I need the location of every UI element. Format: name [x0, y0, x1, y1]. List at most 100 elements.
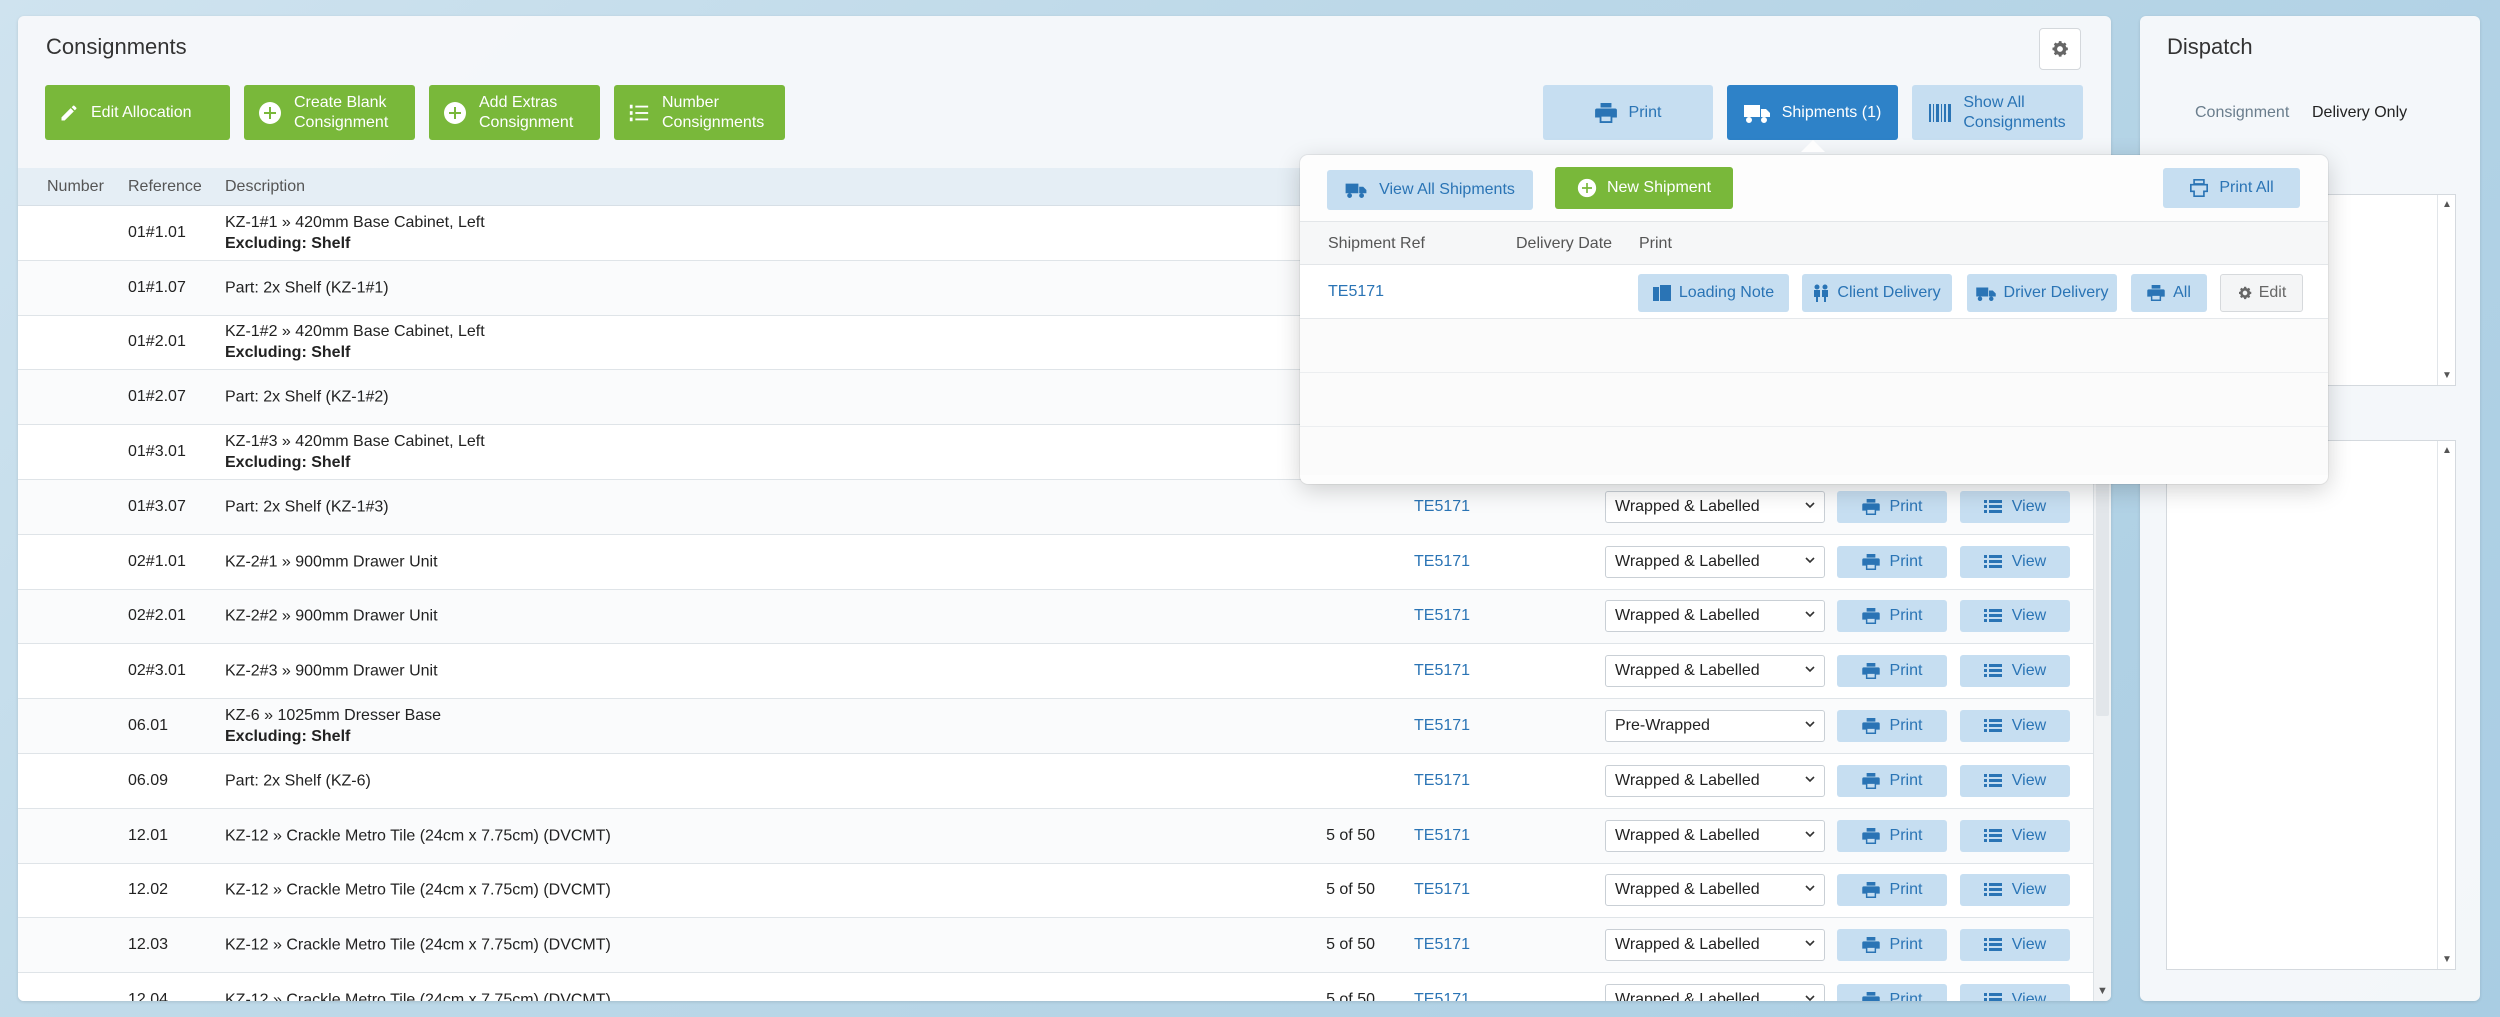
status-value: Wrapped & Labelled [1615, 881, 1760, 899]
row-view-label: View [2011, 717, 2047, 735]
row-view-button[interactable]: View [1960, 874, 2070, 907]
column-number[interactable]: Number [47, 178, 104, 196]
edit-allocation-button[interactable]: Edit Allocation [45, 85, 230, 140]
row-view-button[interactable]: View [1960, 929, 2070, 962]
print-button[interactable]: Print [1543, 85, 1713, 140]
row-view-label: View [2011, 771, 2047, 789]
status-value: Wrapped & Labelled [1615, 991, 1760, 1001]
table-row[interactable]: 06.01 KZ-6 » 1025mm Dresser Base Excluding… [18, 699, 2093, 754]
settings-button[interactable] [2039, 28, 2081, 70]
row-print-button[interactable]: Print [1837, 600, 1947, 633]
textarea-scrollbar[interactable]: ▲ ▼ [2437, 441, 2455, 969]
dispatch-textarea-bottom[interactable]: ▲ ▼ [2166, 440, 2456, 970]
row-shipment-link[interactable]: TE5171 [1414, 607, 1470, 625]
row-print-button[interactable]: Print [1837, 545, 1947, 578]
row-print-button[interactable]: Print [1837, 710, 1947, 743]
status-select[interactable]: Wrapped & Labelled [1605, 929, 1825, 962]
row-print-button[interactable]: Print [1837, 984, 1947, 1001]
loading-note-button[interactable]: Loading Note [1638, 274, 1789, 312]
print-all-documents-button[interactable]: All [2131, 274, 2207, 312]
shipments-button[interactable]: Shipments (1) [1727, 85, 1898, 152]
row-print-button[interactable]: Print [1837, 764, 1947, 797]
row-print-label: Print [1889, 717, 1923, 735]
row-shipment-link[interactable]: TE5171 [1414, 717, 1470, 735]
status-value: Wrapped & Labelled [1615, 936, 1760, 954]
status-select[interactable]: Wrapped & Labelled [1605, 490, 1825, 523]
client-delivery-button[interactable]: Client Delivery [1802, 274, 1952, 312]
row-print-button[interactable]: Print [1837, 874, 1947, 907]
table-row[interactable]: 12.01 KZ-12 » Crackle Metro Tile (24cm x … [18, 808, 2093, 864]
row-view-button[interactable]: View [1960, 764, 2070, 797]
row-print-button[interactable]: Print [1837, 490, 1947, 523]
number-consignments-button[interactable]: Number Consignments [614, 85, 785, 140]
shipments-header: Shipment Ref Delivery Date Print [1300, 221, 2328, 265]
new-shipment-button[interactable]: New Shipment [1555, 167, 1733, 209]
status-select[interactable]: Wrapped & Labelled [1605, 600, 1825, 633]
row-reference: 12.02 [128, 881, 169, 899]
row-shipment-link[interactable]: TE5171 [1414, 881, 1470, 899]
row-description-text: Part: 2x Shelf (KZ-6) [225, 772, 371, 790]
status-select[interactable]: Pre-Wrapped [1605, 710, 1825, 743]
row-view-button[interactable]: View [1960, 545, 2070, 578]
status-select[interactable]: Wrapped & Labelled [1605, 819, 1825, 852]
textarea-scrollbar[interactable]: ▲ ▼ [2437, 195, 2455, 385]
row-shipment-link[interactable]: TE5171 [1414, 936, 1470, 954]
number-consignments-label: Number Consignments [662, 93, 765, 131]
status-select[interactable]: Wrapped & Labelled [1605, 545, 1825, 578]
row-shipment-link[interactable]: TE5171 [1414, 662, 1470, 680]
row-description-text: KZ-1#2 » 420mm Base Cabinet, Left [225, 323, 485, 341]
column-delivery-date: Delivery Date [1516, 235, 1613, 252]
table-row[interactable]: 06.09 Part: 2x Shelf (KZ-6) TE5171 Wrapped … [18, 753, 2093, 809]
chevron-up-icon[interactable]: ▲ [2442, 199, 2452, 210]
chevron-down-icon[interactable]: ▼ [2442, 954, 2452, 965]
row-view-button[interactable]: View [1960, 710, 2070, 743]
status-select[interactable]: Wrapped & Labelled [1605, 874, 1825, 907]
chevron-up-icon[interactable]: ▲ [2442, 445, 2452, 456]
row-print-button[interactable]: Print [1837, 929, 1947, 962]
table-row[interactable]: 02#1.01 KZ-2#1 » 900mm Drawer Unit TE5171 W… [18, 534, 2093, 590]
row-print-button[interactable]: Print [1837, 819, 1947, 852]
table-row[interactable]: 01#3.07 Part: 2x Shelf (KZ-1#3) TE5171 Wrap… [18, 479, 2093, 535]
row-view-label: View [2011, 497, 2047, 515]
row-view-button[interactable]: View [1960, 600, 2070, 633]
table-row[interactable]: 12.02 KZ-12 » Crackle Metro Tile (24cm x … [18, 863, 2093, 919]
printer-icon [1594, 102, 1617, 123]
chevron-down-icon[interactable]: ▼ [2442, 370, 2452, 381]
row-print-button[interactable]: Print [1837, 655, 1947, 688]
row-shipment-link[interactable]: TE5171 [1414, 827, 1470, 845]
status-select[interactable]: Wrapped & Labelled [1605, 655, 1825, 688]
row-reference: 02#3.01 [128, 662, 186, 680]
row-description: KZ-1#1 » 420mm Base Cabinet, Left Excludi… [225, 212, 485, 254]
shipments-label: Shipments (1) [1781, 103, 1882, 121]
row-view-button[interactable]: View [1960, 655, 2070, 688]
column-description[interactable]: Description [225, 178, 305, 196]
chevron-down-icon[interactable]: ▼ [2097, 985, 2108, 997]
print-all-button[interactable]: Print All [2163, 168, 2300, 208]
row-view-button[interactable]: View [1960, 490, 2070, 523]
table-row[interactable]: 12.03 KZ-12 » Crackle Metro Tile (24cm x … [18, 918, 2093, 974]
create-blank-label: Create Blank Consignment [294, 93, 389, 131]
view-all-shipments-button[interactable]: View All Shipments [1327, 170, 1533, 210]
shipment-ref-link[interactable]: TE5171 [1328, 283, 1384, 301]
row-view-button[interactable]: View [1960, 984, 2070, 1001]
edit-shipment-button[interactable]: Edit [2220, 274, 2303, 312]
status-select[interactable]: Wrapped & Labelled [1605, 984, 1825, 1001]
row-description-sub: Excluding: Shelf [225, 454, 351, 472]
column-shipment-ref: Shipment Ref [1328, 235, 1425, 252]
driver-delivery-button[interactable]: Driver Delivery [1967, 274, 2117, 312]
create-blank-consignment-button[interactable]: Create Blank Consignment [244, 85, 415, 140]
table-row[interactable]: 02#3.01 KZ-2#3 » 900mm Drawer Unit TE5171 W… [18, 644, 2093, 700]
add-extras-consignment-button[interactable]: Add Extras Consignment [429, 85, 600, 140]
show-all-consignments-button[interactable]: Show All Consignments [1912, 85, 2083, 140]
row-shipment-link[interactable]: TE5171 [1414, 991, 1470, 1001]
row-view-button[interactable]: View [1960, 819, 2070, 852]
row-shipment-link[interactable]: TE5171 [1414, 553, 1470, 571]
row-description-text: KZ-1#3 » 420mm Base Cabinet, Left [225, 433, 485, 451]
column-reference[interactable]: Reference [128, 178, 202, 196]
row-shipment-link[interactable]: TE5171 [1414, 772, 1470, 790]
row-view-label: View [2011, 662, 2047, 680]
table-row[interactable]: 12.04 KZ-12 » Crackle Metro Tile (24cm x … [18, 973, 2093, 1001]
table-row[interactable]: 02#2.01 KZ-2#2 » 900mm Drawer Unit TE5171 W… [18, 589, 2093, 645]
status-select[interactable]: Wrapped & Labelled [1605, 764, 1825, 797]
row-shipment-link[interactable]: TE5171 [1414, 498, 1470, 516]
